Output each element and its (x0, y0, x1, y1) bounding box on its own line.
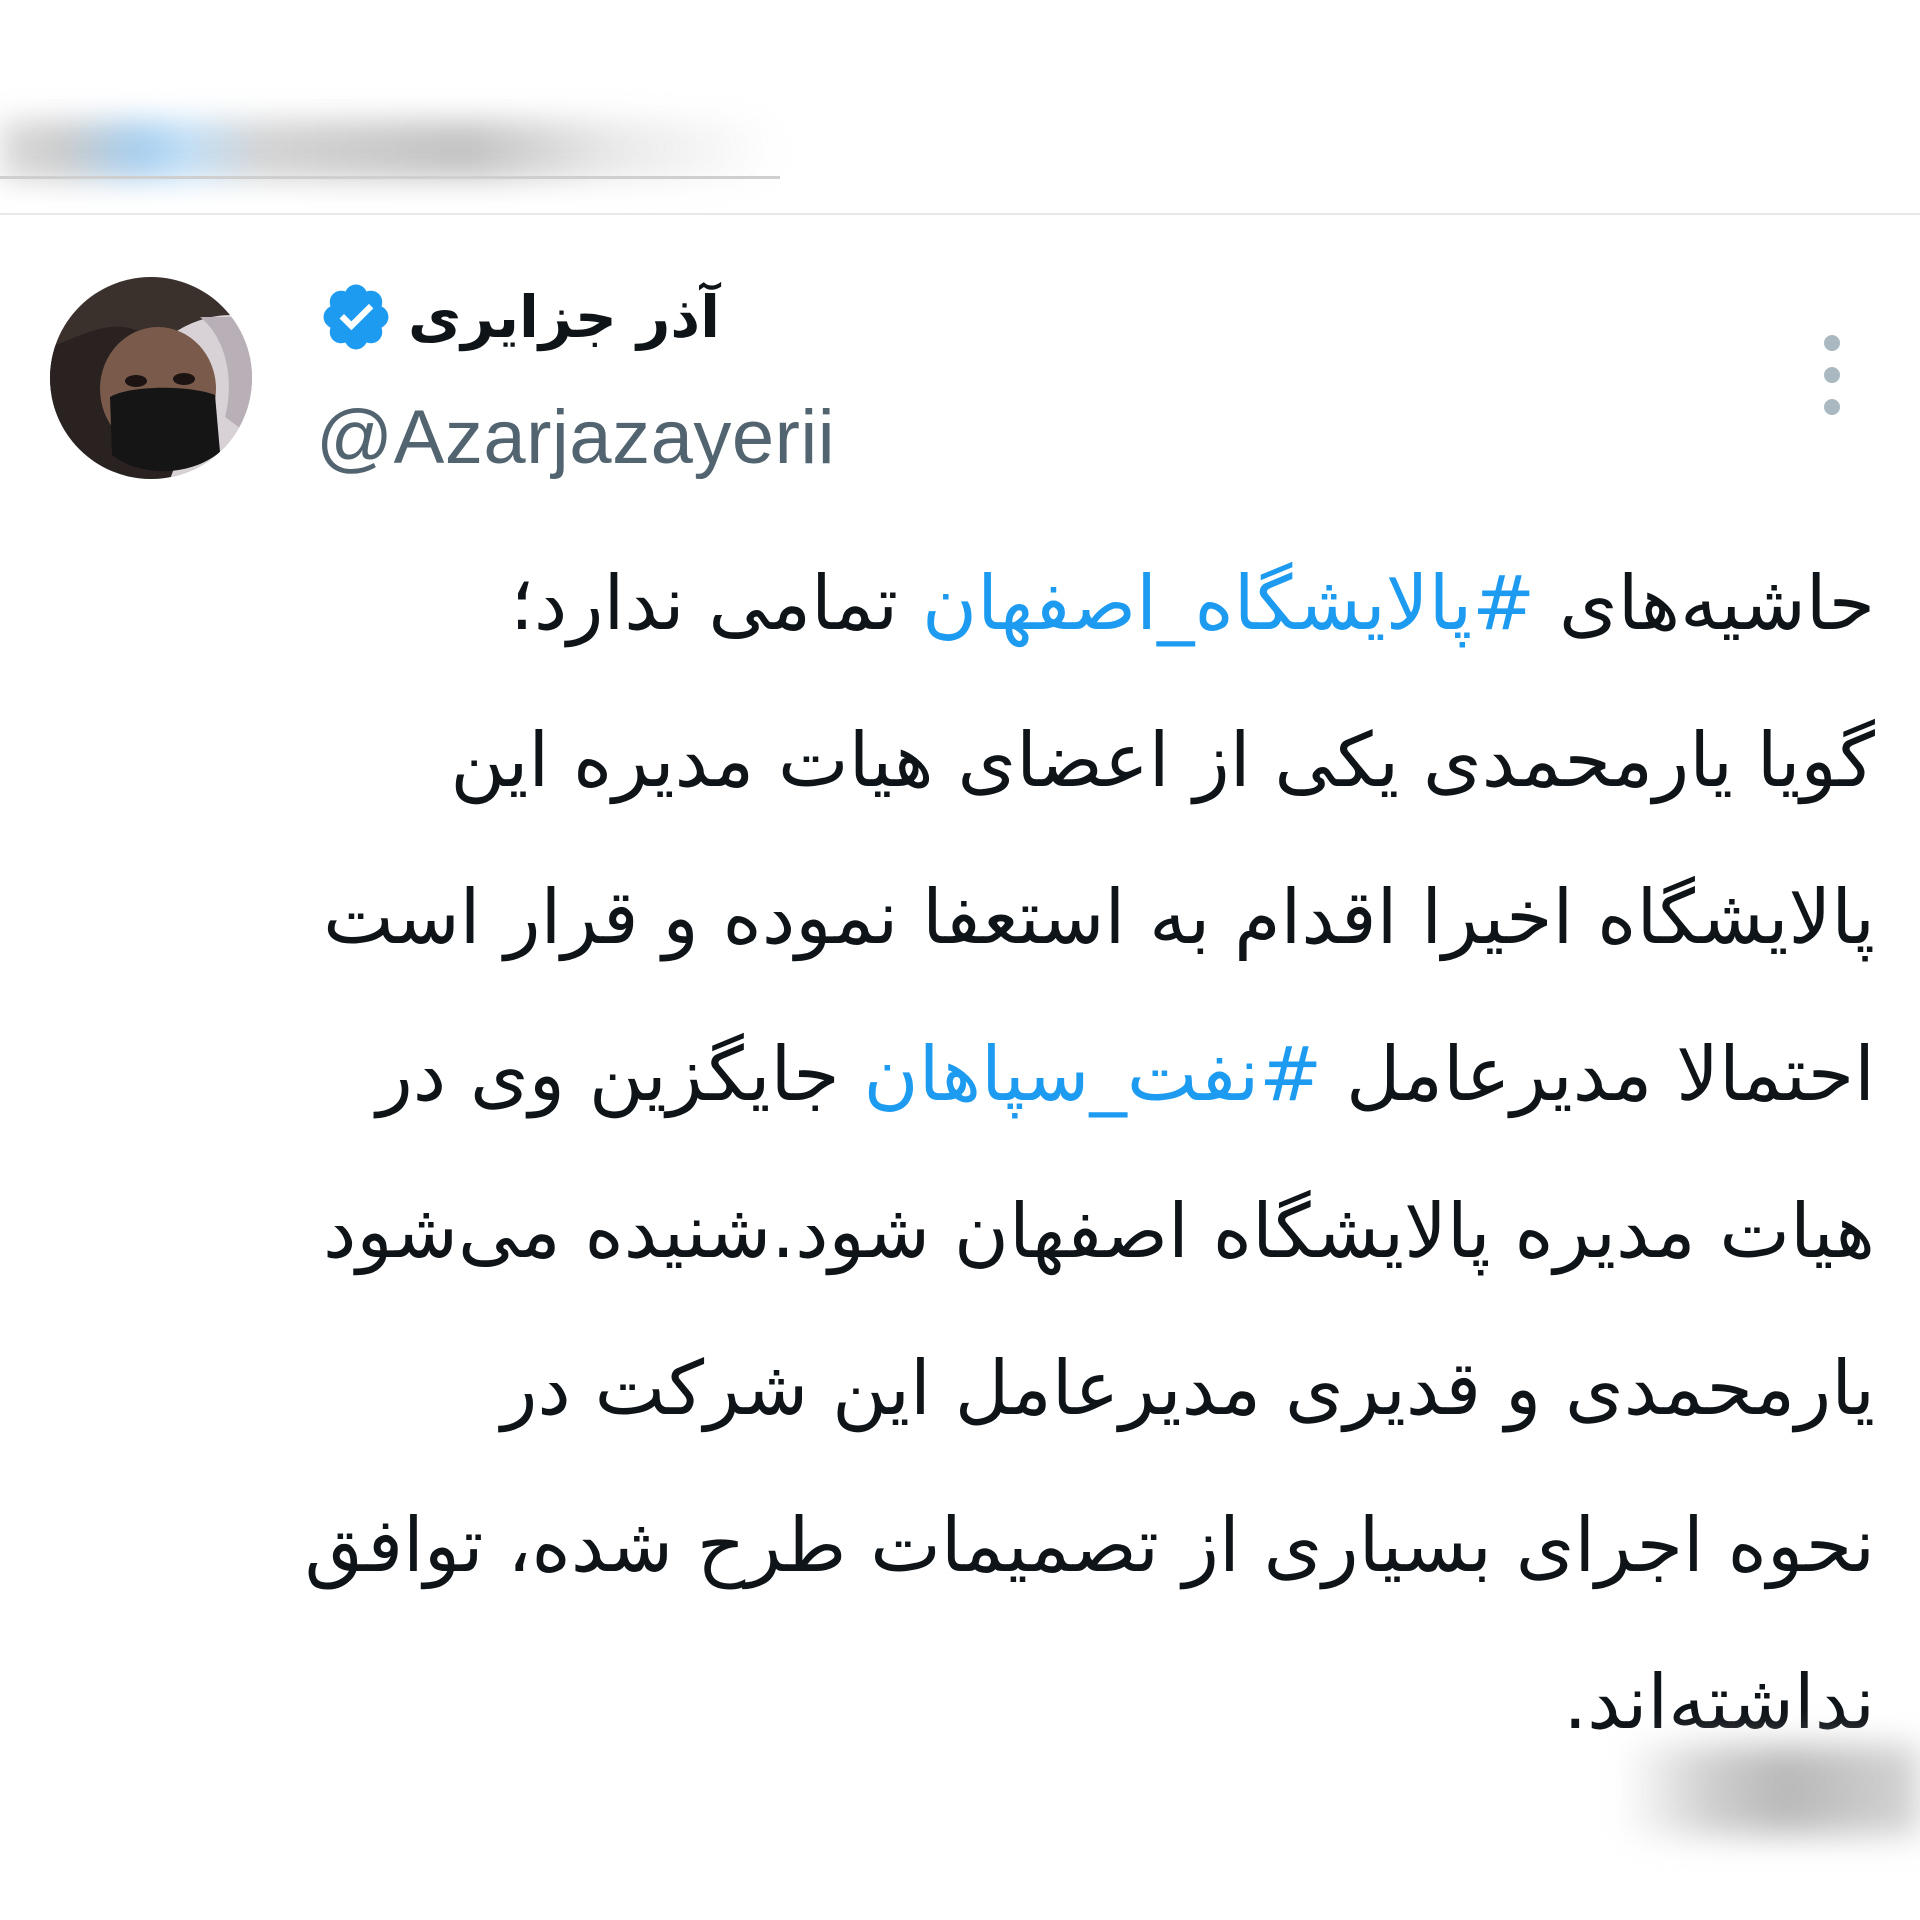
author-display-name[interactable]: آذر جزایری (408, 279, 720, 355)
tweet-text-segment: جایگزین وی در (376, 1030, 864, 1118)
tweet-line-3: پالایشگاه اخیرا اقدام به استعفا نموده و … (323, 873, 1875, 961)
tweet-text: حاشیه‌های #پالایشگاه_اصفهان تمامی ندارد؛… (80, 525, 1875, 1781)
tweet-divider (0, 213, 1920, 215)
tweet-text-segment: احتمالا مدیرعامل (1322, 1030, 1875, 1118)
hashtag-link[interactable]: #پالایشگاه_اصفهان (922, 559, 1535, 647)
author-handle[interactable]: @Azarjazayerii (316, 393, 835, 483)
tweet-line-1: حاشیه‌های #پالایشگاه_اصفهان تمامی ندارد؛ (80, 525, 1875, 682)
avatar[interactable] (50, 277, 252, 479)
tweet-text-segment: تمامی ندارد؛ (510, 559, 922, 647)
tweet-line-7: نحوه اجرای بسیاری از تصمیمات طرح شده، تو… (304, 1501, 1875, 1589)
hashtag-link[interactable]: #نفت_سپاهان (864, 1030, 1323, 1118)
tweet-line-8: نداشته‌اند. (1563, 1658, 1875, 1746)
tweet-text-segment: حاشیه‌های (1535, 559, 1875, 647)
more-vertical-icon[interactable] (1808, 325, 1858, 425)
blurred-previous-content (0, 120, 780, 180)
tweet-screenshot: آذر جزایری @Azarjazayerii حاشیه‌های #پال… (0, 0, 1920, 1920)
blurred-previous-divider (0, 176, 780, 179)
verified-badge-icon (323, 284, 389, 350)
tweet-line-6: یارمحمدی و قدیری مدیرعامل این شرکت در (501, 1344, 1875, 1432)
tweet-line-4: احتمالا مدیرعامل #نفت_سپاهان جایگزین وی … (80, 996, 1875, 1153)
blurred-next-content (1620, 1745, 1920, 1835)
tweet-line-5: هیات مدیره پالایشگاه اصفهان شود.شنیده می… (322, 1187, 1875, 1275)
author-name-row: آذر جزایری (318, 279, 720, 355)
avatar-photo-icon (50, 277, 252, 479)
tweet-line-2: گویا یارمحمدی یکی از اعضای هیات مدیره ای… (450, 716, 1875, 804)
